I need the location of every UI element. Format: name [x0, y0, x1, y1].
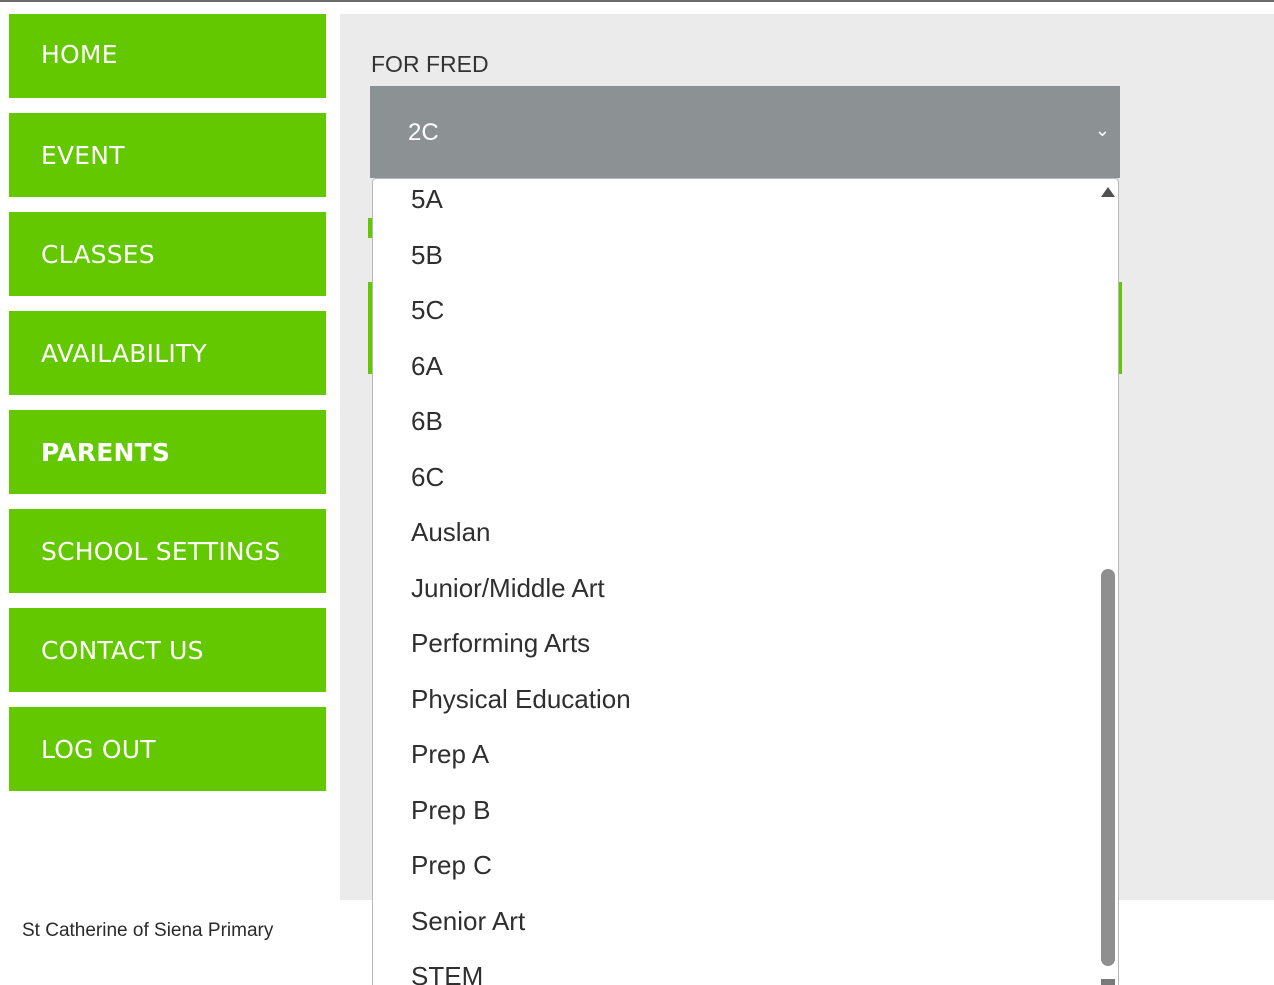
nav-event[interactable]: EVENT: [9, 113, 326, 197]
dropdown-option[interactable]: Prep B: [411, 795, 491, 826]
nav-contact-us[interactable]: CONTACT US: [9, 608, 326, 692]
class-select[interactable]: 2C ⌄: [370, 86, 1120, 178]
nav-label: HOME: [41, 40, 118, 69]
nav-home[interactable]: HOME: [9, 14, 326, 98]
scroll-thumb[interactable]: [1101, 569, 1115, 966]
dropdown-option[interactable]: Performing Arts: [411, 628, 590, 659]
dropdown-option[interactable]: 5B: [411, 240, 443, 271]
dropdown-option[interactable]: 6A: [411, 351, 443, 382]
nav-label: CLASSES: [41, 239, 155, 269]
school-name: St Catherine of Siena Primary: [22, 920, 274, 941]
scroll-down-arrow-icon[interactable]: [1101, 979, 1115, 985]
nav-label: PARENTS: [41, 437, 171, 467]
nav-label: LOG OUT: [41, 734, 156, 764]
nav-availability[interactable]: AVAILABILITY: [9, 311, 326, 395]
nav-log-out[interactable]: LOG OUT: [9, 707, 326, 791]
dropdown-option[interactable]: Auslan: [411, 517, 491, 548]
class-dropdown-list[interactable]: 5A 5B 5C 6A 6B 6C Auslan Junior/Middle A…: [372, 178, 1119, 985]
sidebar-nav: HOME EVENT CLASSES AVAILABILITY PARENTS …: [9, 14, 326, 806]
dropdown-option[interactable]: Prep C: [411, 850, 492, 881]
chevron-down-icon: ⌄: [1094, 120, 1110, 141]
dropdown-option[interactable]: Prep A: [411, 739, 489, 770]
dropdown-option[interactable]: 6B: [411, 406, 443, 437]
nav-label: SCHOOL SETTINGS: [41, 536, 281, 566]
nav-label: CONTACT US: [41, 635, 204, 665]
for-label: FOR FRED: [371, 51, 489, 77]
dropdown-option[interactable]: 6C: [411, 462, 444, 493]
nav-label: AVAILABILITY: [41, 338, 207, 368]
dropdown-option[interactable]: 5C: [411, 295, 444, 326]
dropdown-option[interactable]: Senior Art: [411, 906, 525, 937]
dropdown-scrollbar[interactable]: [1098, 179, 1116, 985]
top-divider: [0, 0, 1274, 2]
nav-school-settings[interactable]: SCHOOL SETTINGS: [9, 509, 326, 593]
nav-parents[interactable]: PARENTS: [9, 410, 326, 494]
scroll-up-arrow-icon[interactable]: [1101, 187, 1115, 197]
dropdown-option[interactable]: STEM: [411, 961, 483, 985]
dropdown-option[interactable]: 5A: [411, 184, 443, 215]
nav-label: EVENT: [41, 140, 125, 170]
dropdown-option[interactable]: Junior/Middle Art: [411, 573, 605, 604]
dropdown-option[interactable]: Physical Education: [411, 684, 631, 715]
nav-classes[interactable]: CLASSES: [9, 212, 326, 296]
select-value: 2C: [408, 119, 439, 146]
